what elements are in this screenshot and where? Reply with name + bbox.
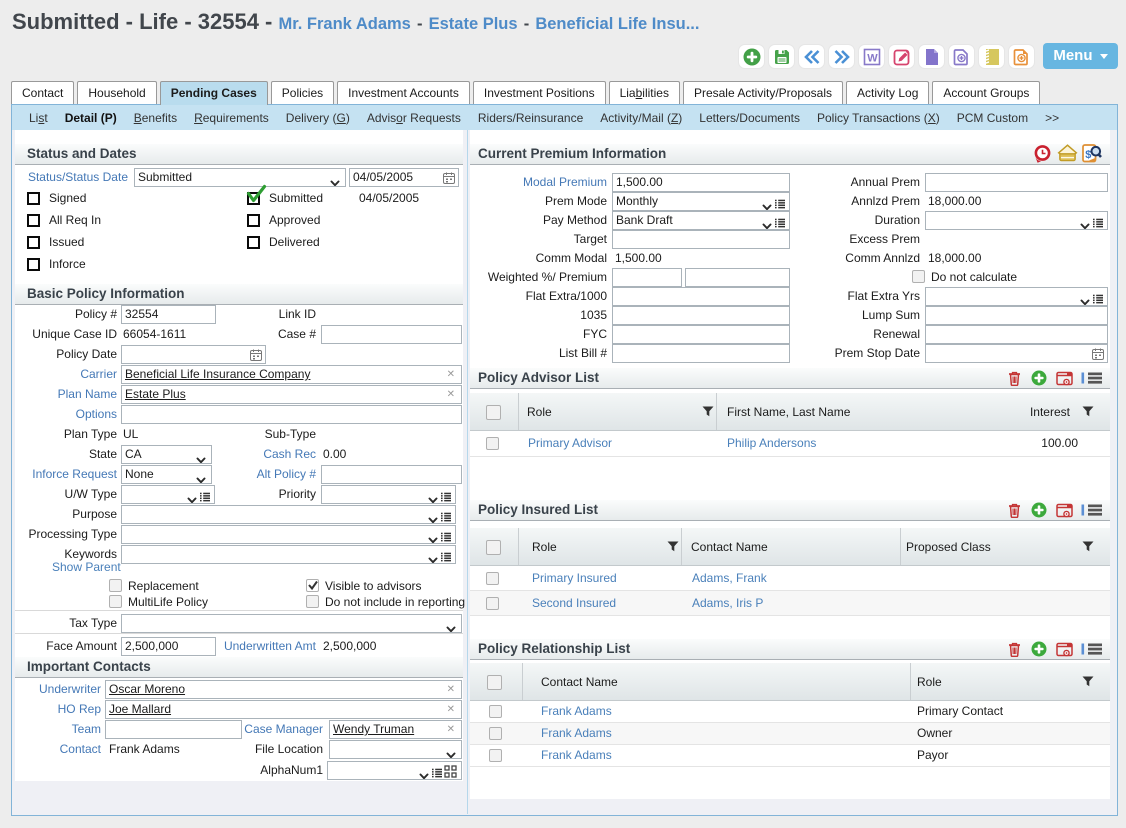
svg-text:W: W bbox=[867, 52, 878, 64]
svg-text:$: $ bbox=[1085, 149, 1091, 161]
